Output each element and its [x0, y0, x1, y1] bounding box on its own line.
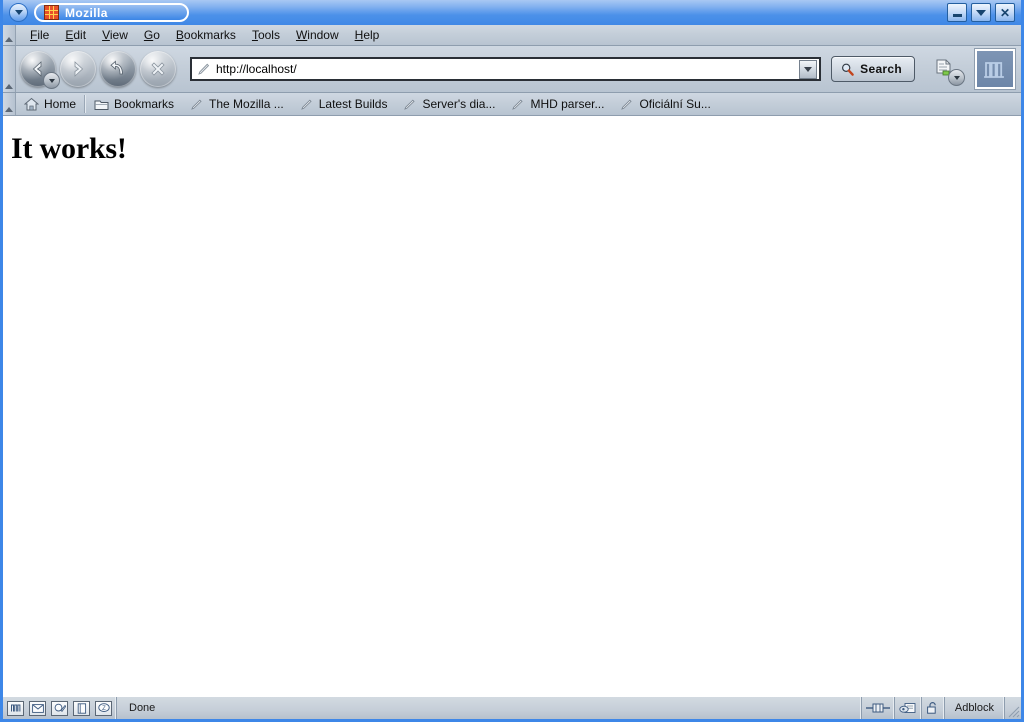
page-heading: It works! [11, 132, 127, 165]
bookmark-mhd-parser-label: MHD parser... [530, 97, 605, 111]
print-button[interactable] [923, 50, 965, 88]
browser-window: Mozilla ✕ File Edit View Go Bookmarks To… [0, 0, 1024, 722]
chevron-down-icon [14, 10, 23, 15]
bookmark-latest-builds[interactable]: Latest Builds [292, 93, 396, 115]
url-bar[interactable]: http://localhost/ [190, 57, 822, 81]
chevron-down-icon [953, 75, 960, 80]
page-content: It works! [3, 116, 1021, 696]
chevron-down-icon [48, 78, 55, 83]
bookmark-bookmarks-folder[interactable]: Bookmarks [86, 93, 182, 115]
window-title: Mozilla [65, 5, 108, 20]
menu-file[interactable]: File [22, 26, 57, 44]
maximize-icon [976, 9, 986, 16]
bookmark-icon [300, 99, 312, 110]
menu-view[interactable]: View [94, 26, 136, 44]
back-history-dropdown[interactable] [43, 72, 60, 89]
status-bar: Z Done Adblock [3, 696, 1021, 719]
menubar-grippy[interactable] [3, 25, 16, 45]
menu-go[interactable]: Go [136, 26, 168, 44]
menu-bookmarks[interactable]: Bookmarks [168, 26, 244, 44]
search-button-label: Search [860, 62, 902, 76]
chatzilla-icon[interactable]: Z [95, 700, 112, 716]
bookmark-servers-dia[interactable]: Server's dia... [395, 93, 503, 115]
mail-icon[interactable] [29, 700, 46, 716]
mozilla-logo-button[interactable] [974, 48, 1016, 90]
menu-list: File Edit View Go Bookmarks Tools Window… [16, 25, 387, 45]
minimize-button[interactable] [947, 3, 967, 22]
bookmarks-toolbar: Home Bookmarks The Mozilla ... Latest Bu… [3, 93, 1021, 116]
back-button[interactable] [20, 51, 60, 89]
bookmark-oficialni-su-label: Oficiální Su... [639, 97, 711, 111]
folder-icon [94, 100, 109, 110]
resize-grip[interactable] [1005, 697, 1021, 719]
addressbook-icon[interactable] [73, 700, 90, 716]
menu-tools[interactable]: Tools [244, 26, 288, 44]
window-controls: ✕ [947, 3, 1015, 22]
home-icon [24, 97, 39, 111]
forward-arrow-icon [74, 61, 84, 77]
mozilla-app-icon [44, 5, 59, 20]
reload-icon [110, 60, 123, 75]
reload-button[interactable] [100, 51, 136, 87]
bookmark-latest-builds-label: Latest Builds [318, 97, 388, 111]
menu-edit[interactable]: Edit [57, 26, 94, 44]
bookmark-servers-dia-label: Server's dia... [422, 97, 496, 111]
print-dropdown[interactable] [948, 69, 965, 86]
connection-icon [865, 703, 890, 713]
status-message: Done [117, 697, 862, 719]
mozilla-m-icon [984, 62, 1004, 78]
search-icon [842, 63, 854, 76]
mozilla-browser-icon[interactable] [7, 700, 24, 716]
menu-window[interactable]: Window [288, 26, 347, 44]
bookmark-icon [512, 99, 524, 110]
bookmark-bookmarks-label: Bookmarks [114, 97, 175, 111]
url-text[interactable]: http://localhost/ [212, 62, 799, 76]
forward-button[interactable] [60, 51, 96, 87]
collapse-icon [5, 107, 13, 112]
stop-icon [151, 62, 165, 76]
bookmark-home-label: Home [44, 97, 77, 111]
bookmark-pencil-icon [196, 62, 212, 76]
bookmark-the-mozilla-label: The Mozilla ... [209, 97, 284, 111]
bookmark-mhd-parser[interactable]: MHD parser... [503, 93, 612, 115]
menu-help[interactable]: Help [347, 26, 388, 44]
unlocked-padlock-icon [926, 702, 936, 714]
component-bar: Z [3, 697, 117, 719]
cookie-status[interactable] [895, 697, 922, 719]
window-title-pill: Mozilla [34, 3, 189, 22]
bookmark-the-mozilla[interactable]: The Mozilla ... [182, 93, 292, 115]
collapse-icon [5, 37, 13, 42]
navbar-grippy[interactable] [3, 46, 16, 92]
chevron-down-icon [804, 66, 813, 72]
url-dropdown-button[interactable] [799, 59, 818, 79]
svg-text:Z: Z [102, 706, 106, 712]
bookmarks-grippy[interactable] [3, 93, 16, 115]
close-icon: ✕ [999, 5, 1011, 20]
connection-status[interactable] [862, 697, 895, 719]
stop-button[interactable] [140, 51, 176, 87]
menu-bar: File Edit View Go Bookmarks Tools Window… [3, 25, 1021, 46]
composer-icon[interactable] [51, 700, 68, 716]
maximize-button[interactable] [971, 3, 991, 22]
bookmark-home[interactable]: Home [16, 93, 84, 115]
bookmark-icon [191, 99, 202, 110]
bookmark-icon [621, 99, 633, 110]
navigation-toolbar: http://localhost/ Search [3, 46, 1021, 93]
minimize-icon [952, 14, 962, 17]
adblock-status[interactable]: Adblock [945, 697, 1005, 719]
collapse-icon [5, 84, 13, 89]
title-bar: Mozilla ✕ [3, 0, 1021, 25]
system-menu-button[interactable] [9, 3, 28, 22]
bookmark-icon [404, 99, 416, 110]
cookie-icon [899, 702, 916, 713]
search-button[interactable]: Search [831, 56, 915, 82]
close-button[interactable]: ✕ [995, 3, 1015, 22]
bookmark-oficialni-su[interactable]: Oficiální Su... [612, 93, 718, 115]
security-status[interactable] [922, 697, 945, 719]
